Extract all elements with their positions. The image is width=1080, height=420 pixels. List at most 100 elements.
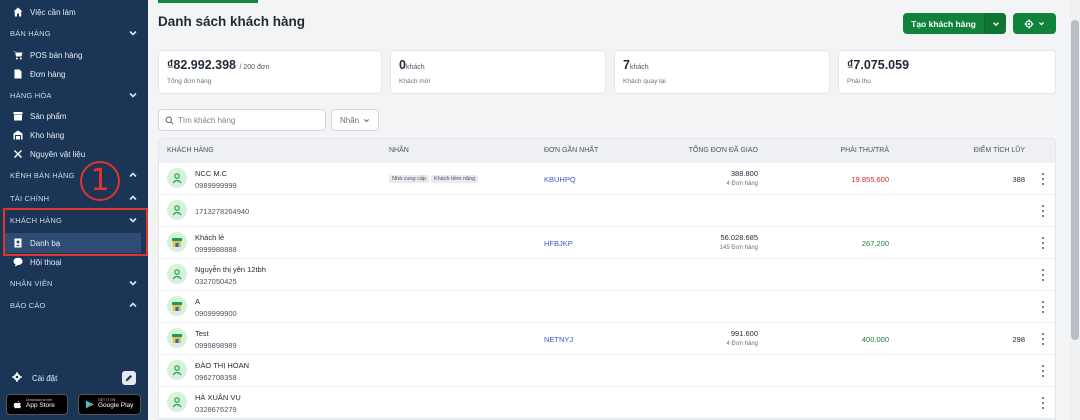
sidebar-section-bao-cao[interactable]: BÁO CÁO: [0, 295, 148, 315]
avatar: [167, 296, 187, 316]
more-options-icon[interactable]: [1041, 205, 1045, 217]
sidebar-item-pos[interactable]: POS bán hàng: [0, 45, 148, 65]
section-label: BÁO CÁO: [10, 300, 46, 310]
chevron-down-icon: [364, 118, 370, 122]
loyalty-points: 298: [1012, 335, 1025, 344]
scrollbar-thumb[interactable]: [1071, 20, 1079, 340]
sidebar-item-san-pham[interactable]: Sản phẩm: [0, 106, 148, 126]
sidebar-section-hang-hoa[interactable]: HÀNG HÓA: [0, 85, 148, 105]
create-dropdown-button[interactable]: [984, 13, 1006, 34]
store-icon: [172, 334, 182, 343]
table-row[interactable]: 1713278264940: [159, 195, 1055, 227]
latest-order-link[interactable]: NETNYJ: [544, 335, 573, 344]
edit-menu-button[interactable]: [122, 371, 136, 385]
column-header-payable[interactable]: PHẢI THU/TRẢ: [841, 147, 890, 154]
table-settings-button[interactable]: [1013, 13, 1056, 34]
customer-name[interactable]: ĐÀO THỊ HOAN: [195, 361, 249, 370]
gear-icon: [1024, 19, 1034, 28]
tag-chip: Nhà cung cấp: [389, 175, 429, 183]
person-icon: [172, 205, 182, 216]
sidebar-item-label: Cài đặt: [32, 373, 58, 383]
avatar: [167, 168, 187, 188]
section-label: HÀNG HÓA: [10, 90, 52, 100]
sidebar-item-label: Sản phẩm: [30, 111, 67, 121]
stat-label: Phải thu: [847, 78, 871, 85]
sidebar-item-label: Đơn hàng: [30, 69, 66, 79]
more-options-icon[interactable]: [1041, 301, 1045, 313]
customer-phone: 0327050425: [195, 277, 237, 286]
table-row[interactable]: Khách lẻ 0999988888 HFBJKP 56.028.685 145 Đơ…: [159, 227, 1055, 259]
payable-amount: 19.855.600: [851, 175, 889, 184]
sidebar-item-settings[interactable]: Cài đặt: [0, 369, 148, 387]
sidebar-section-ban-hang[interactable]: BÁN HÀNG: [0, 23, 148, 43]
customer-phone: 0328676279: [195, 405, 237, 414]
customer-phone: 0909999900: [195, 309, 237, 318]
avatar: [167, 392, 187, 412]
sidebar-item-don-hang[interactable]: Đơn hàng: [0, 64, 148, 84]
table-row[interactable]: A 0909999900: [159, 291, 1055, 323]
gear-icon: [12, 372, 24, 384]
latest-order-link[interactable]: KBUHPQ: [544, 175, 576, 184]
order-count: 4 Đơn hàng: [726, 181, 758, 187]
highlight-box: [3, 208, 148, 256]
column-header-latest-order[interactable]: ĐƠN GẦN NHẤT: [544, 147, 598, 154]
customer-name[interactable]: Test: [195, 329, 209, 338]
more-options-icon[interactable]: [1041, 173, 1045, 185]
column-header-points[interactable]: ĐIỂM TÍCH LŨY: [974, 147, 1025, 154]
payable-amount: 400.000: [861, 335, 889, 344]
customer-name[interactable]: HÀ XUÂN VỤ: [195, 393, 241, 402]
customer-table: KHÁCH HÀNG NHÃN ĐƠN GẦN NHẤT TỔNG ĐƠN ĐÃ…: [158, 138, 1056, 420]
customer-phone: 0962708358: [195, 373, 237, 382]
sidebar-item-kho-hang[interactable]: Kho hàng: [0, 125, 148, 145]
customer-phone[interactable]: 1713278264940: [195, 207, 249, 216]
stat-value: 7: [623, 58, 630, 72]
customer-name[interactable]: A: [195, 297, 200, 306]
sidebar-section-nhan-vien[interactable]: NHÂN VIÊN: [0, 273, 148, 293]
search-input[interactable]: [178, 115, 318, 125]
more-options-icon[interactable]: [1041, 333, 1045, 345]
column-header-total-delivered[interactable]: TỔNG ĐƠN ĐÃ GIAO: [689, 147, 758, 154]
app-store-button[interactable]: Download on the App Store: [6, 394, 68, 415]
page-scrollbar[interactable]: [1070, 0, 1080, 420]
stat-unit: khách: [629, 64, 649, 71]
apple-icon: [13, 400, 22, 409]
column-header-tags[interactable]: NHÃN: [389, 147, 409, 154]
column-header-customer[interactable]: KHÁCH HÀNG: [167, 147, 214, 154]
sidebar-item-viec-can-lam[interactable]: Việc cần làm: [0, 2, 148, 22]
chevron-down-icon: [128, 28, 138, 38]
home-icon: [12, 6, 24, 18]
tag-filter-label: Nhãn: [339, 115, 360, 125]
order-count: 145 Đơn hàng: [719, 245, 758, 251]
google-play-icon: [85, 400, 94, 409]
more-options-icon[interactable]: [1041, 365, 1045, 377]
table-row[interactable]: ĐÀO THỊ HOAN 0962708358: [159, 355, 1055, 387]
more-options-icon[interactable]: [1041, 397, 1045, 409]
sidebar-item-label: Nguyên vật liệu: [30, 149, 86, 159]
customer-name[interactable]: Nguyễn thị yên 12tbh: [195, 265, 266, 274]
table-row[interactable]: Test 0999898989 NETNYJ 991.600 4 Đơn hàng 400…: [159, 323, 1055, 355]
step-number-badge: 1: [80, 161, 120, 201]
chevron-up-icon: [128, 300, 138, 310]
customer-search[interactable]: [158, 109, 326, 131]
stat-value: ₫7.075.059: [847, 58, 910, 72]
chat-bubble-icon: [12, 256, 24, 268]
customer-name[interactable]: NCC M.C: [195, 169, 227, 178]
avatar: [167, 232, 187, 252]
google-play-button[interactable]: GET IT ON Google Play: [78, 394, 141, 415]
latest-order-link[interactable]: HFBJKP: [544, 239, 573, 248]
table-row[interactable]: Nguyễn thị yên 12tbh 0327050425: [159, 259, 1055, 291]
avatar: [167, 360, 187, 380]
customer-name[interactable]: Khách lẻ: [195, 233, 224, 242]
more-options-icon[interactable]: [1041, 269, 1045, 281]
create-customer-button[interactable]: Tạo khách hàng: [903, 13, 1006, 34]
sidebar-section-kenh-ban-hang[interactable]: KÊNH BÁN HÀNG: [0, 165, 148, 185]
table-row[interactable]: HÀ XUÂN VỤ 0328676279: [159, 387, 1055, 419]
sidebar-section-tai-chinh[interactable]: TÀI CHÍNH: [0, 188, 148, 208]
sidebar-item-nguyen-vat-lieu[interactable]: Nguyên vật liệu: [0, 144, 148, 164]
tag-filter-dropdown[interactable]: Nhãn: [331, 109, 379, 131]
sidebar-item-label: Việc cần làm: [30, 7, 76, 17]
total-delivered: 991.600 4 Đơn hàng: [726, 329, 758, 347]
chevron-down-icon: [992, 21, 999, 26]
table-row[interactable]: NCC M.C 0989999999 Nhà cung cấp Khách tiềm …: [159, 163, 1055, 195]
more-options-icon[interactable]: [1041, 237, 1045, 249]
